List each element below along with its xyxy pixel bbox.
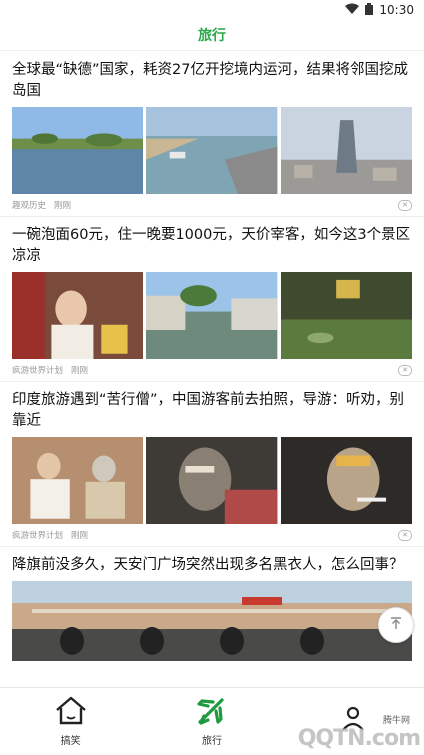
article-image[interactable]: [12, 272, 144, 359]
close-icon[interactable]: ✕: [398, 529, 412, 541]
status-bar: 10:30: [0, 0, 424, 20]
article-source: 趣观历史: [12, 201, 47, 211]
tab-label: 旅行: [201, 736, 222, 747]
article-time: 刚刚: [71, 531, 89, 541]
article-headline[interactable]: 全球最“缺德”国家，耗资27亿开挖境内运河，结果将邻国挖成岛国: [12, 60, 412, 102]
close-icon[interactable]: ✕: [398, 364, 412, 376]
article-image[interactable]: [280, 437, 412, 524]
article-image[interactable]: [12, 581, 412, 661]
wifi-icon: [345, 3, 360, 17]
home-icon: [54, 696, 88, 729]
news-article[interactable]: 降旗前没多久，天安门广场突然出现多名黑衣人，怎么回事？: [0, 547, 424, 661]
article-meta: 疯游世界计划 刚刚 ✕: [12, 524, 412, 546]
close-icon[interactable]: ✕: [398, 199, 412, 211]
article-image[interactable]: [146, 272, 278, 359]
airplane-icon: [196, 696, 228, 729]
news-article[interactable]: 全球最“缺德”国家，耗资27亿开挖境内运河，结果将邻国挖成岛国 趣观历史 刚刚 …: [0, 52, 424, 217]
tab-funny[interactable]: 搞笑: [0, 688, 141, 755]
article-image[interactable]: [12, 107, 144, 194]
article-headline[interactable]: 一碗泡面60元，住一晚要1000元，天价宰客，如今这3个景区凉凉: [12, 225, 412, 267]
news-feed[interactable]: 全球最“缺德”国家，耗资27亿开挖境内运河，结果将邻国挖成岛国 趣观历史 刚刚 …: [0, 52, 424, 688]
article-headline[interactable]: 印度旅游遇到“苦行僧”，中国游客前去拍照，导游：听劝，别靠近: [12, 390, 412, 432]
page-title: 旅行: [198, 28, 226, 44]
article-meta: 疯游世界计划 刚刚 ✕: [12, 359, 412, 381]
article-image[interactable]: [12, 437, 144, 524]
news-article[interactable]: 印度旅游遇到“苦行僧”，中国游客前去拍照，导游：听劝，别靠近 疯游世界计划 刚刚…: [0, 382, 424, 547]
article-headline[interactable]: 降旗前没多久，天安门广场突然出现多名黑衣人，怎么回事？: [12, 555, 412, 576]
article-images: [12, 272, 412, 359]
article-image[interactable]: [280, 272, 412, 359]
watermark: 腾牛网 QQTN.com: [297, 716, 421, 751]
scroll-to-top-button[interactable]: [378, 607, 414, 643]
watermark-site: 腾牛网: [382, 716, 410, 726]
article-time: 刚刚: [54, 201, 72, 211]
article-source: 疯游世界计划: [12, 366, 64, 376]
battery-icon: [365, 2, 374, 18]
news-article[interactable]: 一碗泡面60元，住一晚要1000元，天价宰客，如今这3个景区凉凉 疯游世界计划 …: [0, 217, 424, 382]
article-source: 疯游世界计划: [12, 531, 64, 541]
tab-label: 搞笑: [60, 736, 81, 747]
status-time: 10:30: [379, 3, 414, 17]
tab-travel[interactable]: 旅行: [141, 688, 282, 755]
watermark-logo: QQTN.com: [297, 726, 421, 751]
article-image[interactable]: [146, 107, 278, 194]
page-header: 旅行: [0, 20, 424, 51]
article-meta: 趣观历史 刚刚 ✕: [12, 194, 412, 216]
article-time: 刚刚: [71, 366, 89, 376]
article-image[interactable]: [146, 437, 278, 524]
arrow-up-icon: [388, 615, 404, 635]
article-images: [12, 107, 412, 194]
article-images: [12, 437, 412, 524]
article-image[interactable]: [280, 107, 412, 194]
